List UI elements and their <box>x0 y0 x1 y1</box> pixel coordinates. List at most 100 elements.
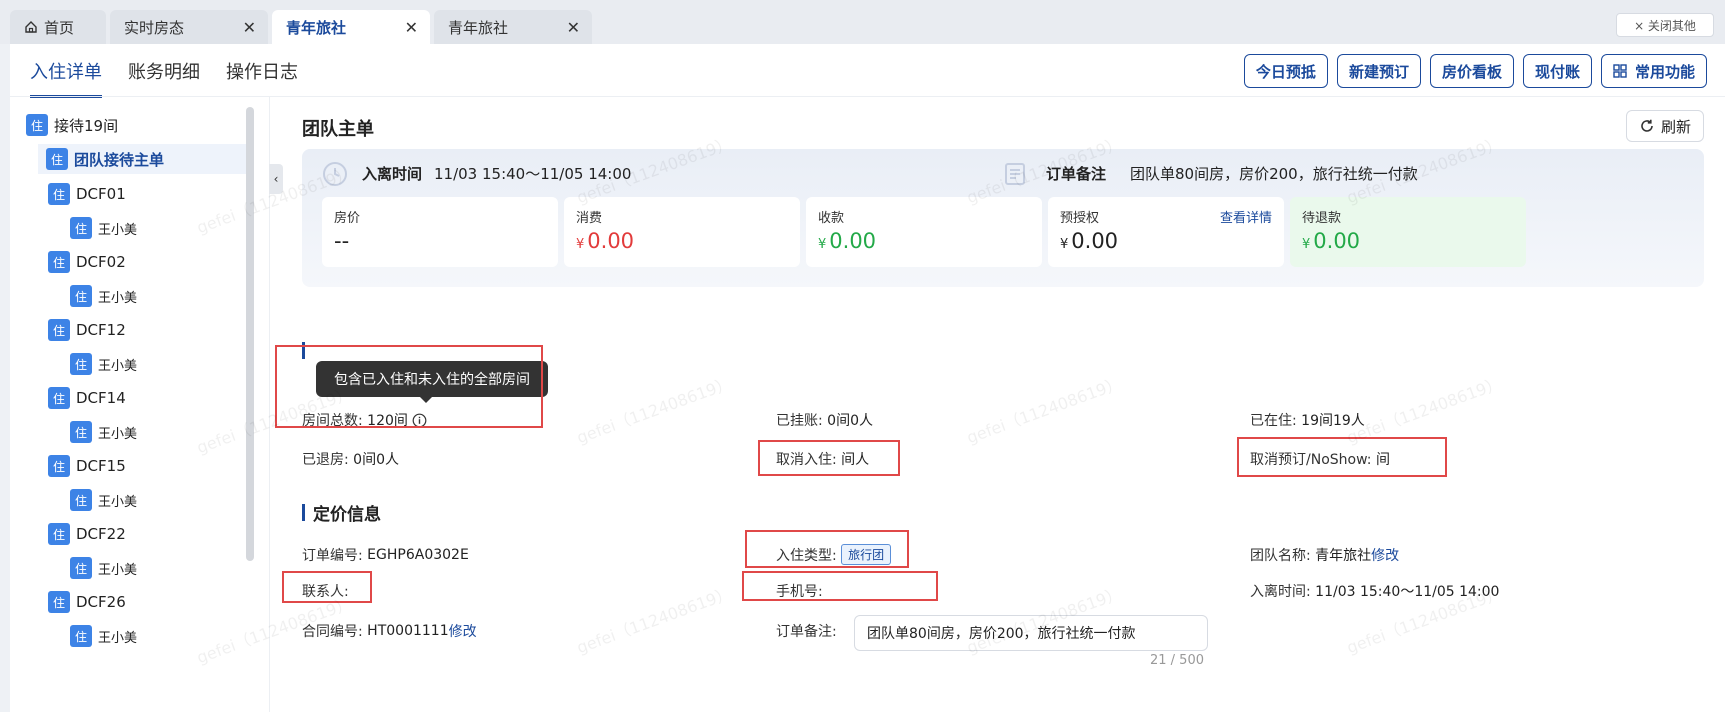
guest-label: 王小美 <box>98 494 138 510</box>
field-label: 入离时间: <box>1250 584 1311 600</box>
refresh-button[interactable]: 刷新 <box>1626 110 1704 142</box>
refresh-icon <box>1641 119 1653 132</box>
view-details-link[interactable]: 查看详情 <box>1220 207 1272 226</box>
checkin-badge: 住 <box>70 285 92 307</box>
tree-room[interactable]: 住 DCF02 <box>48 247 126 277</box>
card-value: -- <box>334 229 349 253</box>
card-label: 预授权 <box>1060 211 1100 226</box>
close-others-button[interactable]: × 关闭其他 <box>1616 13 1714 37</box>
tab-label: 实时房态 <box>124 18 185 37</box>
field-label: 团队名称: <box>1250 548 1311 564</box>
page-title: 团队主单 <box>302 119 374 140</box>
tree-guest[interactable]: 住王小美 <box>70 281 137 311</box>
checkin-badge: 住 <box>48 591 70 613</box>
card-label: 待退款 <box>1302 211 1342 226</box>
checkin-badge: 住 <box>48 251 70 273</box>
field-label: 已挂账: <box>776 413 823 429</box>
card-value-number: -- <box>334 229 350 253</box>
guest-label: 王小美 <box>98 222 138 238</box>
tree-room[interactable]: 住 DCF01 <box>48 179 126 209</box>
grid-icon <box>1613 64 1627 78</box>
field-value: HT0001111 <box>367 623 449 639</box>
annotation-box <box>275 345 543 428</box>
field-label: 已退房: <box>302 452 349 468</box>
room-label: DCF02 <box>76 253 126 271</box>
room-label: DCF01 <box>76 185 126 203</box>
room-label: DCF22 <box>76 525 126 543</box>
tree-room[interactable]: 住 DCF22 <box>48 519 126 549</box>
card-preauth: 预授权 查看详情 ¥0.00 <box>1048 197 1284 267</box>
tree-guest[interactable]: 住王小美 <box>70 213 137 243</box>
today-arrivals-button[interactable]: 今日预抵 <box>1243 54 1328 88</box>
checkin-badge: 住 <box>70 421 92 443</box>
tab-label: 青年旅社 <box>286 18 347 37</box>
subtab-checkin-details[interactable]: 入住详单 <box>30 58 102 98</box>
checkin-badge: 住 <box>48 319 70 341</box>
hung-account-field: 已挂账: 0间0人 <box>776 410 873 430</box>
tree-scrollbar[interactable] <box>246 107 254 561</box>
rate-board-button[interactable]: 房价看板 <box>1429 54 1514 88</box>
tree-guest[interactable]: 住王小美 <box>70 417 137 447</box>
currency-symbol: ¥ <box>1302 237 1311 252</box>
tree-room[interactable]: 住 DCF14 <box>48 383 126 413</box>
tree-guest[interactable]: 住王小美 <box>70 553 137 583</box>
tab-home[interactable]: 首页 <box>10 10 106 44</box>
guest-label: 王小美 <box>98 630 138 646</box>
subtab-operation-log[interactable]: 操作日志 <box>226 58 298 98</box>
tree-guest[interactable]: 住王小美 <box>70 349 137 379</box>
tree-guest[interactable]: 住王小美 <box>70 621 137 651</box>
tree-item-team-main[interactable]: 住 团队接待主单 <box>38 144 246 174</box>
field-value: 0间0人 <box>353 452 399 468</box>
close-icon[interactable]: ✕ <box>405 18 418 37</box>
tree-room[interactable]: 住 DCF15 <box>48 451 126 481</box>
checkin-badge: 住 <box>26 114 48 136</box>
checked-out-field: 已退房: 0间0人 <box>302 449 399 469</box>
edit-contract-link[interactable]: 修改 <box>449 621 477 641</box>
sub-tabs: 入住详单 账务明细 操作日志 <box>30 58 324 98</box>
tree-root[interactable]: 住 接待19间 <box>26 110 246 140</box>
tab-youth-hostel-active[interactable]: 青年旅社 ✕ <box>272 10 430 44</box>
checkin-badge: 住 <box>48 387 70 409</box>
room-label: DCF14 <box>76 389 126 407</box>
card-consumption: 消费 ¥0.00 <box>564 197 800 267</box>
tree-room[interactable]: 住 DCF12 <box>48 315 126 345</box>
close-icon[interactable]: ✕ <box>567 18 580 37</box>
card-label: 收款 <box>818 211 845 226</box>
currency-symbol: ¥ <box>1060 237 1069 252</box>
refresh-label: 刷新 <box>1660 117 1691 136</box>
card-value: ¥0.00 <box>1060 229 1118 253</box>
card-value-number: 0.00 <box>1071 229 1119 253</box>
room-label: DCF26 <box>76 593 126 611</box>
card-collection: 收款 ¥0.00 <box>806 197 1042 267</box>
order-remark-value: 团队单80间房，房价200，旅行社统一付款 <box>1130 165 1418 183</box>
summary-panel: 入离时间 11/03 15:40～11/05 14:00 订单备注 团队单80间… <box>302 149 1704 287</box>
tree-room[interactable]: 住 DCF26 <box>48 587 126 617</box>
document-icon <box>1005 163 1025 185</box>
order-remark-input[interactable]: 团队单80间房，房价200，旅行社统一付款 <box>854 615 1208 651</box>
card-value: ¥0.00 <box>576 229 634 253</box>
common-functions-button[interactable]: 常用功能 <box>1600 54 1707 88</box>
home-icon <box>25 21 37 33</box>
close-icon[interactable]: ✕ <box>243 18 256 37</box>
collapse-sidebar-button[interactable]: ‹ <box>269 164 283 194</box>
subtab-account-details[interactable]: 账务明细 <box>128 58 200 98</box>
field-value: 0间0人 <box>827 413 873 429</box>
team-name-field: 团队名称: 青年旅社 修改 <box>1250 545 1399 565</box>
tab-realtime-rooms[interactable]: 实时房态 ✕ <box>110 10 268 44</box>
guest-label: 王小美 <box>98 562 138 578</box>
annotation-box <box>742 571 938 601</box>
tab-bar: 首页 实时房态 ✕ 青年旅社 ✕ 青年旅社 ✕ × 关闭其他 <box>0 0 1725 44</box>
guest-label: 王小美 <box>98 426 138 442</box>
checkin-badge: 住 <box>46 148 68 170</box>
order-number-field: 订单编号: EGHP6A0302E <box>302 545 469 565</box>
main-panel: 入住详单 账务明细 操作日志 今日预抵 新建预订 房价看板 现付账 常用功能 住… <box>10 44 1725 712</box>
field-label: 合同编号: <box>302 624 363 640</box>
tree-guest[interactable]: 住王小美 <box>70 485 137 515</box>
card-value-number: 0.00 <box>829 229 877 253</box>
action-toolbar: 今日预抵 新建预订 房价看板 现付账 常用功能 <box>1235 54 1707 88</box>
guest-label: 王小美 <box>98 290 138 306</box>
new-booking-button[interactable]: 新建预订 <box>1336 54 1421 88</box>
tab-youth-hostel[interactable]: 青年旅社 ✕ <box>434 10 592 44</box>
edit-team-name-link[interactable]: 修改 <box>1371 545 1399 565</box>
cash-payment-button[interactable]: 现付账 <box>1522 54 1592 88</box>
